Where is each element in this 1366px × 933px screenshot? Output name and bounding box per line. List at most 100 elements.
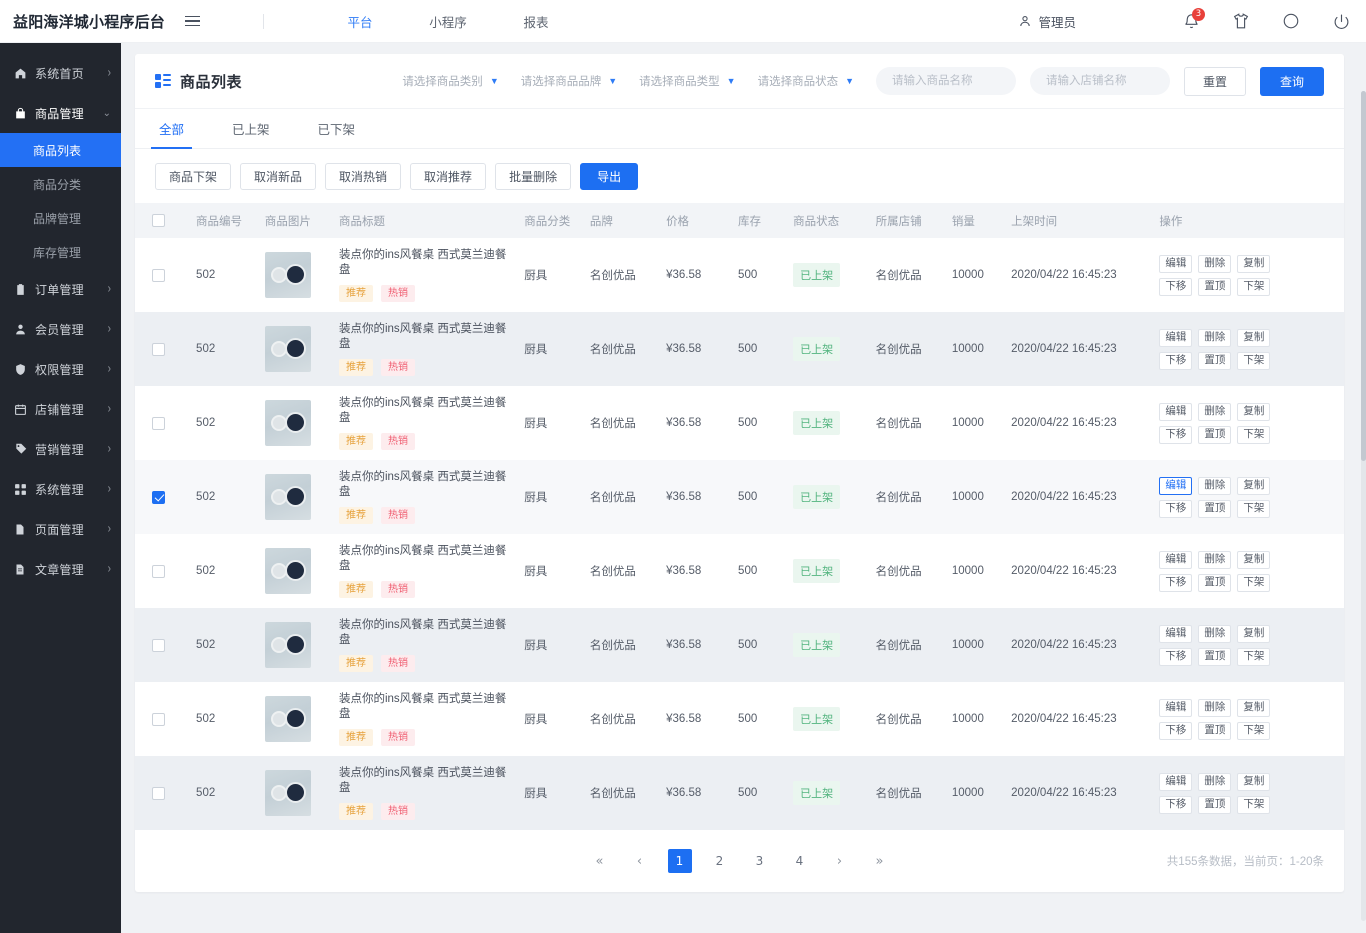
table-row[interactable]: 502 装点你的ins风餐桌 西式莫兰迪餐盘 推荐 热销 厨具 名创优品 ¥36.58 500… <box>135 756 1344 830</box>
product-thumbnail[interactable] <box>264 400 311 446</box>
row-op-3[interactable]: 下移 <box>1159 795 1193 814</box>
row-op-0[interactable]: 编辑 <box>1159 698 1193 717</box>
logout-button[interactable] <box>1316 0 1366 43</box>
table-row[interactable]: 502 装点你的ins风餐桌 西式莫兰迪餐盘 推荐 热销 厨具 名创优品 ¥36.58 500… <box>135 682 1344 756</box>
row-checkbox[interactable] <box>152 342 165 356</box>
row-op-3[interactable]: 下移 <box>1159 351 1193 370</box>
hamburger-icon[interactable] <box>175 15 209 27</box>
sidebar-item-orders[interactable]: 订单管理 › <box>0 269 121 309</box>
pagination-page-3[interactable]: 3 <box>748 849 772 873</box>
product-thumbnail[interactable] <box>264 770 311 816</box>
product-thumbnail[interactable] <box>264 252 311 298</box>
select-product-brand[interactable]: 请选择商品品牌 ▼ <box>521 73 617 89</box>
pagination-page-1[interactable]: 1 <box>667 849 692 873</box>
row-op-5[interactable]: 下架 <box>1237 277 1271 296</box>
pagination-last[interactable]: » <box>868 849 892 873</box>
row-checkbox[interactable] <box>152 638 165 652</box>
row-op-2[interactable]: 复制 <box>1237 476 1271 495</box>
row-op-4[interactable]: 置顶 <box>1198 499 1232 518</box>
shirt-button[interactable] <box>1216 0 1266 43</box>
row-op-2[interactable]: 复制 <box>1237 550 1271 569</box>
notification-button[interactable]: 3 <box>1166 0 1216 43</box>
sidebar-item-product-list[interactable]: 商品列表 <box>0 133 121 167</box>
row-op-2[interactable]: 复制 <box>1237 624 1271 643</box>
row-op-5[interactable]: 下架 <box>1237 425 1271 444</box>
row-op-3[interactable]: 下移 <box>1159 573 1193 592</box>
row-op-1[interactable]: 删除 <box>1198 402 1232 421</box>
row-op-0[interactable]: 编辑 <box>1159 328 1193 347</box>
row-op-0[interactable]: 编辑 <box>1159 550 1193 569</box>
sidebar-item-marketing[interactable]: 营销管理 › <box>0 429 121 469</box>
row-op-1[interactable]: 删除 <box>1198 772 1232 791</box>
row-checkbox[interactable] <box>152 268 165 282</box>
product-thumbnail[interactable] <box>264 548 311 594</box>
row-op-3[interactable]: 下移 <box>1159 721 1193 740</box>
query-button[interactable]: 查询 <box>1260 66 1324 96</box>
pagination-first[interactable]: « <box>588 849 612 873</box>
sidebar-item-home[interactable]: 系统首页 › <box>0 53 121 93</box>
sidebar-item-pages[interactable]: 页面管理 › <box>0 509 121 549</box>
unlist-products-button[interactable]: 商品下架 <box>155 163 232 190</box>
row-op-2[interactable]: 复制 <box>1237 254 1271 273</box>
row-op-0[interactable]: 编辑 <box>1159 402 1193 421</box>
sidebar-item-system[interactable]: 系统管理 › <box>0 469 121 509</box>
row-op-3[interactable]: 下移 <box>1159 499 1193 518</box>
row-op-4[interactable]: 置顶 <box>1198 721 1232 740</box>
row-op-0[interactable]: 编辑 <box>1159 772 1193 791</box>
page-scrollbar[interactable] <box>1361 91 1366 921</box>
row-checkbox[interactable] <box>152 416 165 430</box>
shop-name-input[interactable] <box>1030 67 1170 95</box>
row-op-2[interactable]: 复制 <box>1237 698 1271 717</box>
sidebar-item-inventory-management[interactable]: 库存管理 <box>0 235 121 269</box>
row-op-3[interactable]: 下移 <box>1159 277 1193 296</box>
row-op-0[interactable]: 编辑 <box>1159 476 1193 495</box>
scrollbar-thumb[interactable] <box>1361 91 1366 461</box>
circle-button[interactable] <box>1266 0 1316 43</box>
row-op-3[interactable]: 下移 <box>1159 425 1193 444</box>
row-checkbox[interactable] <box>152 712 165 726</box>
select-all-checkbox[interactable] <box>152 214 165 227</box>
row-op-2[interactable]: 复制 <box>1237 402 1271 421</box>
sidebar-item-brand-management[interactable]: 品牌管理 <box>0 201 121 235</box>
row-op-1[interactable]: 删除 <box>1198 328 1232 347</box>
sidebar-item-product-category[interactable]: 商品分类 <box>0 167 121 201</box>
cancel-hot-button[interactable]: 取消热销 <box>325 163 402 190</box>
row-op-4[interactable]: 置顶 <box>1198 647 1232 666</box>
row-checkbox[interactable] <box>152 786 165 800</box>
row-op-5[interactable]: 下架 <box>1237 647 1271 666</box>
pagination-page-2[interactable]: 2 <box>708 849 732 873</box>
tab-all[interactable]: 全部 <box>150 109 193 149</box>
sidebar-item-permissions[interactable]: 权限管理 › <box>0 349 121 389</box>
top-nav-item-platform[interactable]: 平台 <box>316 12 404 31</box>
row-checkbox[interactable] <box>152 490 165 504</box>
row-op-5[interactable]: 下架 <box>1237 499 1271 518</box>
row-op-1[interactable]: 删除 <box>1198 698 1232 717</box>
pagination-page-4[interactable]: 4 <box>788 849 812 873</box>
row-op-5[interactable]: 下架 <box>1237 573 1271 592</box>
select-product-type[interactable]: 请选择商品类型 ▼ <box>639 73 735 89</box>
table-row[interactable]: 502 装点你的ins风餐桌 西式莫兰迪餐盘 推荐 热销 厨具 名创优品 ¥36.58 500… <box>135 608 1344 682</box>
row-op-4[interactable]: 置顶 <box>1198 277 1232 296</box>
row-op-2[interactable]: 复制 <box>1237 772 1271 791</box>
row-op-5[interactable]: 下架 <box>1237 795 1271 814</box>
table-row[interactable]: 502 装点你的ins风餐桌 西式莫兰迪餐盘 推荐 热销 厨具 名创优品 ¥36.58 500… <box>135 312 1344 386</box>
row-op-0[interactable]: 编辑 <box>1159 254 1193 273</box>
row-op-5[interactable]: 下架 <box>1237 351 1271 370</box>
cancel-recommend-button[interactable]: 取消推荐 <box>410 163 487 190</box>
sidebar-item-articles[interactable]: 文章管理 › <box>0 549 121 589</box>
table-row[interactable]: 502 装点你的ins风餐桌 西式莫兰迪餐盘 推荐 热销 厨具 名创优品 ¥36.58 500… <box>135 386 1344 460</box>
pagination-next[interactable]: › <box>828 849 852 873</box>
table-row[interactable]: 502 装点你的ins风餐桌 西式莫兰迪餐盘 推荐 热销 厨具 名创优品 ¥36.58 500… <box>135 238 1344 312</box>
tab-listed[interactable]: 已上架 <box>230 109 272 148</box>
row-op-4[interactable]: 置顶 <box>1198 795 1232 814</box>
user-menu[interactable]: 管理员 <box>1018 12 1076 31</box>
row-op-4[interactable]: 置顶 <box>1198 573 1232 592</box>
bulk-delete-button[interactable]: 批量删除 <box>495 163 572 190</box>
export-button[interactable]: 导出 <box>580 163 639 190</box>
row-op-5[interactable]: 下架 <box>1237 721 1271 740</box>
row-checkbox[interactable] <box>152 564 165 578</box>
sidebar-item-products[interactable]: 商品管理 ⌄ <box>0 93 121 133</box>
row-op-1[interactable]: 删除 <box>1198 624 1232 643</box>
product-thumbnail[interactable] <box>264 696 311 742</box>
cancel-new-button[interactable]: 取消新品 <box>240 163 317 190</box>
